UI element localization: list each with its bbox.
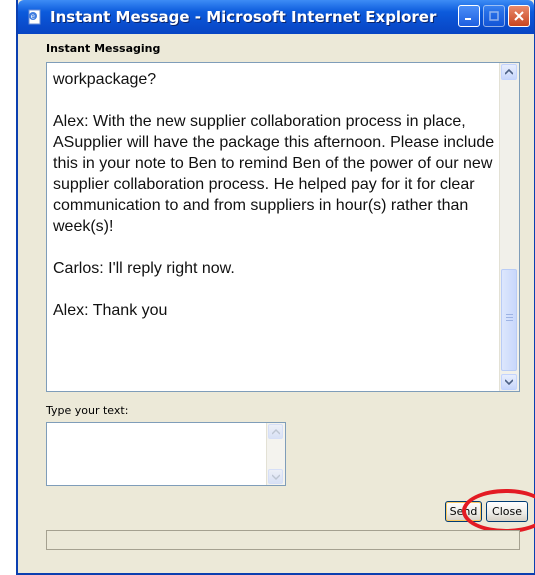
minimize-icon[interactable] [458, 5, 480, 27]
input-scrollbar[interactable] [266, 423, 285, 485]
scroll-up-arrow-icon[interactable] [501, 64, 517, 80]
scroll-down-arrow-icon[interactable] [501, 374, 517, 390]
title-bar[interactable]: e Instant Message - Microsoft Internet E… [18, 0, 534, 34]
scroll-thumb[interactable] [501, 269, 517, 371]
instant-messaging-label: Instant Messaging [46, 42, 161, 55]
grip-icon [506, 314, 513, 323]
ie-page-icon: e [26, 8, 44, 26]
chat-messages: workpackage? Alex: With the new supplier… [53, 69, 495, 387]
message-input[interactable] [47, 423, 267, 485]
window-title: Instant Message - Microsoft Internet Exp… [50, 8, 437, 26]
svg-text:e: e [31, 13, 35, 21]
input-scroll-down-icon[interactable] [268, 469, 283, 484]
input-scroll-up-icon[interactable] [268, 424, 283, 439]
chat-transcript[interactable]: workpackage? Alex: With the new supplier… [46, 62, 520, 392]
status-bar [46, 530, 520, 550]
im-window: e Instant Message - Microsoft Internet E… [16, 0, 535, 575]
maximize-icon[interactable] [483, 5, 505, 27]
close-icon[interactable] [508, 5, 530, 27]
chat-message: Carlos: I'll reply right now. [53, 260, 235, 277]
chat-message: Alex: With the new supplier collaboratio… [53, 113, 495, 235]
chat-scrollbar[interactable] [499, 63, 519, 391]
highlight-circle [462, 489, 535, 533]
chat-message: Alex: Thank you [53, 302, 168, 319]
window-controls [458, 5, 530, 27]
type-text-label: Type your text: [46, 404, 129, 417]
message-input-box[interactable] [46, 422, 286, 486]
chat-message: workpackage? [53, 71, 157, 88]
